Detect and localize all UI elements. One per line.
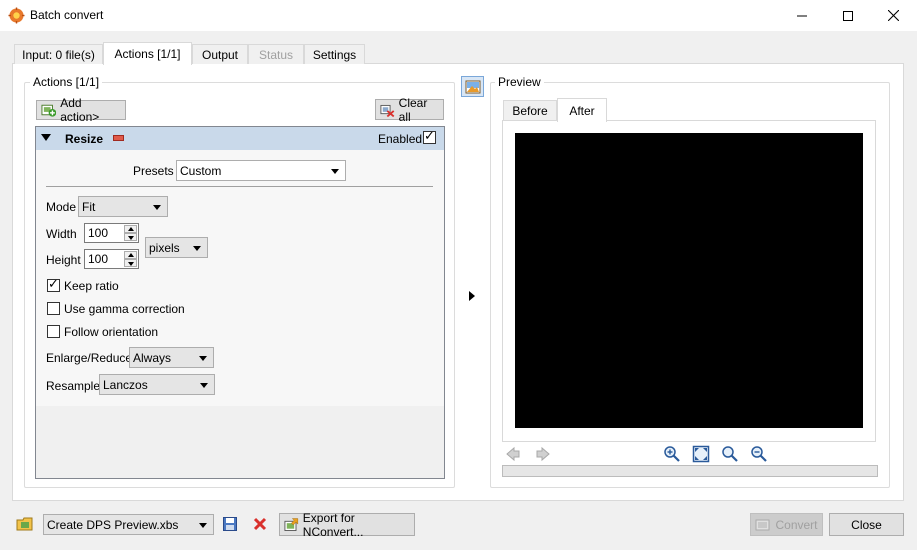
- tab-output[interactable]: Output: [192, 44, 248, 64]
- follow-orientation-checkbox[interactable]: [47, 325, 60, 338]
- clear-all-button[interactable]: Clear all: [375, 96, 444, 124]
- mode-label: Mode: [46, 200, 77, 214]
- expand-right-arrow-icon[interactable]: [469, 291, 475, 301]
- tab-input[interactable]: Input: 0 file(s): [14, 44, 103, 64]
- maximize-icon: [843, 10, 853, 21]
- enlarge-reduce-select[interactable]: Always: [129, 347, 214, 368]
- follow-orientation-label: Follow orientation: [64, 325, 159, 339]
- width-label: Width: [46, 227, 77, 241]
- actions-group-title: Actions [1/1]: [30, 75, 103, 89]
- preview-scrollbar[interactable]: [502, 465, 878, 477]
- chevron-down-icon: [153, 204, 161, 210]
- save-icon[interactable]: [222, 516, 238, 535]
- minimize-button[interactable]: [779, 0, 825, 31]
- toggle-preview-button[interactable]: [461, 76, 484, 97]
- presets-label: Presets: [133, 164, 174, 178]
- resize-settings-panel: [36, 150, 444, 406]
- open-script-icon[interactable]: [16, 515, 34, 536]
- export-label: Export for NConvert...: [302, 510, 364, 539]
- width-value: 100: [88, 226, 109, 240]
- script-select[interactable]: Create DPS Preview.xbs: [43, 514, 214, 535]
- close-button[interactable]: Close: [829, 513, 904, 536]
- tab-before[interactable]: Before: [503, 100, 557, 121]
- enlarge-reduce-value: Always: [133, 350, 172, 365]
- height-spinbox[interactable]: 100: [84, 249, 139, 269]
- collapse-arrow-icon[interactable]: [41, 134, 51, 141]
- presets-select[interactable]: Custom: [176, 160, 346, 181]
- gamma-correction-label: Use gamma correction: [64, 302, 185, 316]
- resample-select[interactable]: Lanczos: [99, 374, 215, 395]
- units-value: pixels: [149, 240, 180, 255]
- units-select[interactable]: pixels: [145, 237, 208, 258]
- maximize-button[interactable]: [825, 0, 871, 31]
- export-nconvert-button[interactable]: Export for NConvert...: [279, 510, 415, 539]
- close-icon: [887, 10, 899, 21]
- chevron-down-icon: [199, 355, 207, 361]
- zoom-out-icon[interactable]: [750, 445, 768, 466]
- enabled-checkbox[interactable]: [423, 129, 436, 144]
- window-title: Batch convert: [30, 8, 104, 22]
- zoom-in-icon[interactable]: [663, 445, 681, 466]
- close-label: Close: [851, 517, 882, 532]
- add-action-icon: [41, 104, 57, 117]
- presets-value: Custom: [180, 163, 222, 178]
- tab-after[interactable]: After: [557, 98, 607, 122]
- add-action-button[interactable]: Add action>: [36, 96, 126, 124]
- prev-arrow-icon[interactable]: [505, 446, 521, 465]
- tab-status[interactable]: Status: [248, 44, 304, 64]
- convert-label: Convert: [775, 517, 818, 532]
- height-label: Height: [46, 253, 81, 267]
- zoom-actual-icon[interactable]: [721, 445, 739, 466]
- tab-settings[interactable]: Settings: [304, 44, 365, 64]
- app-logo-icon: [8, 7, 25, 24]
- image-preview-icon: [465, 80, 480, 93]
- clear-all-label: Clear all: [398, 95, 428, 124]
- resample-label: Resample: [46, 379, 101, 393]
- chevron-down-icon: [331, 168, 339, 174]
- divider: [46, 186, 433, 187]
- close-window-button[interactable]: [870, 0, 916, 31]
- keep-ratio-checkbox[interactable]: [47, 277, 60, 292]
- spin-up-icon[interactable]: [124, 251, 137, 259]
- convert-button[interactable]: Convert: [750, 513, 823, 536]
- keep-ratio-label: Keep ratio: [64, 279, 119, 293]
- convert-icon: [755, 519, 770, 530]
- chevron-down-icon: [193, 245, 201, 251]
- delete-icon[interactable]: [252, 516, 268, 535]
- fit-to-window-icon[interactable]: [692, 445, 710, 466]
- next-arrow-icon[interactable]: [535, 446, 551, 465]
- minimize-icon: [797, 15, 807, 16]
- spin-down-icon[interactable]: [124, 259, 137, 267]
- spin-up-icon[interactable]: [124, 225, 137, 233]
- script-value: Create DPS Preview.xbs: [47, 517, 179, 532]
- preview-group-title: Preview: [495, 75, 544, 89]
- tab-actions[interactable]: Actions [1/1]: [103, 42, 192, 65]
- enlarge-reduce-label: Enlarge/Reduce: [46, 351, 133, 365]
- mode-value: Fit: [82, 199, 96, 214]
- gamma-correction-checkbox[interactable]: [47, 302, 60, 315]
- chevron-down-icon: [200, 382, 208, 388]
- height-value: 100: [88, 252, 109, 266]
- resize-action-title: Resize: [65, 132, 104, 146]
- mode-select[interactable]: Fit: [78, 196, 168, 217]
- clear-all-icon: [380, 104, 395, 117]
- spin-down-icon[interactable]: [124, 233, 137, 241]
- enabled-label: Enabled: [378, 132, 423, 146]
- chevron-down-icon: [199, 522, 207, 528]
- width-spinbox[interactable]: 100: [84, 223, 139, 243]
- preview-image: [515, 133, 863, 428]
- add-action-label: Add action>: [60, 96, 100, 124]
- resample-value: Lanczos: [103, 377, 148, 392]
- export-icon: [284, 517, 299, 531]
- remove-action-icon[interactable]: [113, 135, 124, 141]
